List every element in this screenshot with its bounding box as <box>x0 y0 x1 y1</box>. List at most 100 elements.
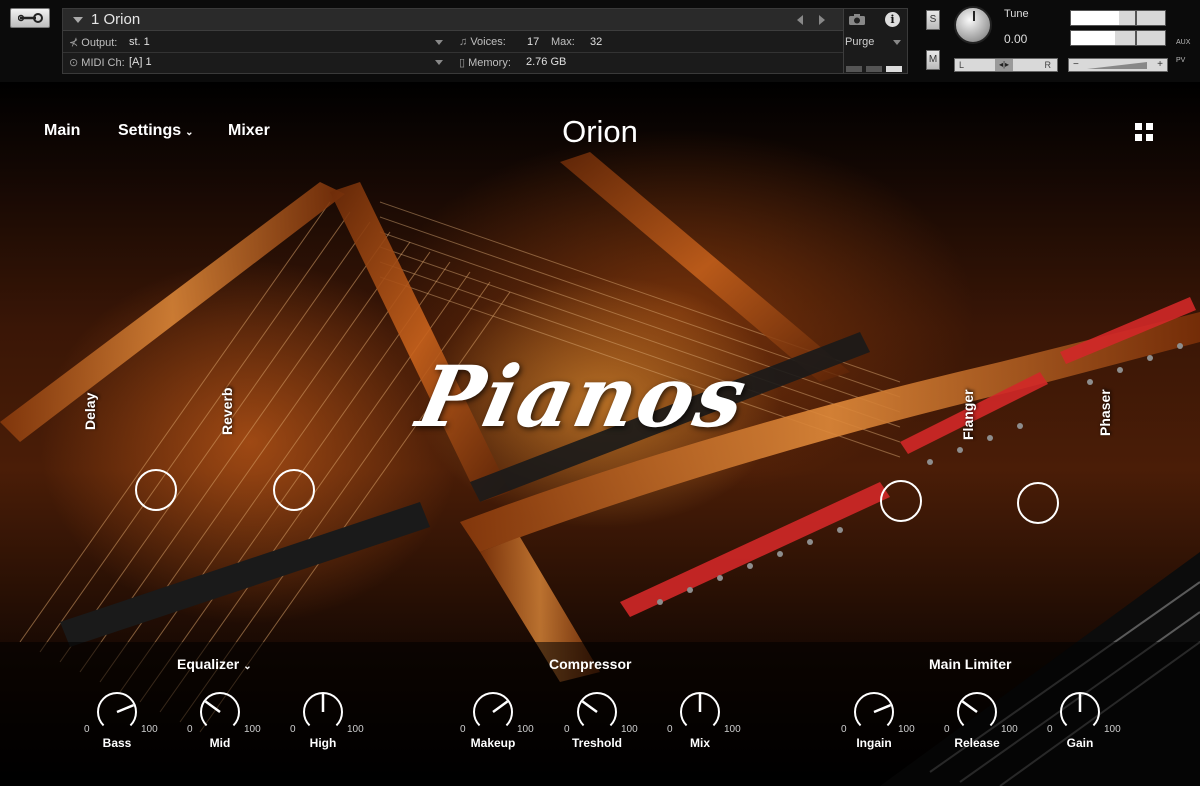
volume-minus[interactable]: − <box>1073 59 1079 70</box>
knob-release[interactable] <box>955 690 999 734</box>
knob-mid[interactable] <box>198 690 242 734</box>
knob-makeup[interactable] <box>471 690 515 734</box>
knob-bass[interactable] <box>95 690 139 734</box>
pianos-logo: Pianos <box>409 347 757 446</box>
divider <box>843 9 844 73</box>
tune-label: Tune <box>1004 8 1029 20</box>
flanger-toggle[interactable] <box>880 480 922 522</box>
knob-label-gain: Gain <box>1066 736 1094 750</box>
knob-max-label: 100 <box>898 724 915 735</box>
main-limiter-title: Main Limiter <box>929 656 1012 672</box>
knob-max-label: 100 <box>517 724 534 735</box>
midi-label: ⊙ MIDI Ch: <box>69 57 125 69</box>
grid-icon[interactable] <box>1135 123 1153 141</box>
pv-label[interactable]: PV <box>1176 57 1185 64</box>
instrument-name[interactable]: 1 Orion <box>91 11 140 28</box>
mute-button[interactable]: M <box>926 50 940 70</box>
delay-toggle[interactable] <box>135 469 177 511</box>
knob-pointer <box>204 700 221 714</box>
purge-button[interactable]: Purge <box>845 36 874 48</box>
knob-label-mid: Mid <box>209 736 231 750</box>
purge-indicator-bars <box>846 59 906 77</box>
max-voices-value[interactable]: 32 <box>590 36 602 48</box>
knob-min-label: 0 <box>841 724 847 735</box>
chevron-down-icon: ⌄ <box>243 661 252 672</box>
pan-slider[interactable]: L ◂|▸ R <box>954 58 1058 72</box>
knob-max-label: 100 <box>141 724 158 735</box>
kontakt-header: 1 Orion i ⊀ Output: st. 1 ⊙ MIDI Ch: [A]… <box>0 0 1200 82</box>
knob-min-label: 0 <box>667 724 673 735</box>
knob-label-release: Release <box>954 736 1000 750</box>
collapse-triangle-icon[interactable] <box>73 17 83 23</box>
knob-min-label: 0 <box>564 724 570 735</box>
knob-treshold[interactable] <box>575 690 619 734</box>
midi-channel-value[interactable]: [A] 1 <box>129 56 152 68</box>
output-value[interactable]: st. 1 <box>129 36 150 48</box>
knob-min-label: 0 <box>187 724 193 735</box>
pan-handle[interactable]: ◂|▸ <box>995 59 1013 71</box>
instrument-gui: Main Settings ⌄ Mixer Orion Pianos Delay … <box>0 82 1200 786</box>
knob-min-label: 0 <box>290 724 296 735</box>
knob-label-bass: Bass <box>102 736 132 750</box>
next-instrument-icon[interactable] <box>819 15 825 25</box>
midi-dropdown-icon[interactable] <box>435 60 443 65</box>
knob-min-label: 0 <box>84 724 90 735</box>
level-meter-right <box>1070 30 1166 46</box>
wrench-button[interactable] <box>10 8 50 28</box>
instrument-title: Orion <box>562 114 638 149</box>
volume-ramp <box>1087 62 1147 69</box>
knob-max-label: 100 <box>244 724 261 735</box>
knob-pointer <box>873 703 892 714</box>
equalizer-title[interactable]: Equalizer ⌄ <box>177 656 252 672</box>
knob-max-label: 100 <box>347 724 364 735</box>
prev-instrument-icon[interactable] <box>797 15 803 25</box>
knob-max-label: 100 <box>1001 724 1018 735</box>
volume-slider[interactable]: − + <box>1068 58 1168 72</box>
knob-label-makeup: Makeup <box>470 736 516 750</box>
knob-max-label: 100 <box>621 724 638 735</box>
knob-mix[interactable] <box>678 690 722 734</box>
volume-plus[interactable]: + <box>1157 59 1163 70</box>
knob-max-label: 100 <box>724 724 741 735</box>
knob-label-mix: Mix <box>689 736 710 750</box>
output-dropdown-icon[interactable] <box>435 40 443 45</box>
tune-knob[interactable] <box>954 6 992 44</box>
phaser-toggle[interactable] <box>1017 482 1059 524</box>
effect-label-flanger: Flanger <box>960 389 976 440</box>
camera-icon[interactable] <box>848 13 866 26</box>
reverb-toggle[interactable] <box>273 469 315 511</box>
knob-min-label: 0 <box>944 724 950 735</box>
wrench-icon <box>18 13 43 23</box>
effect-label-phaser: Phaser <box>1097 389 1113 436</box>
level-meter-left <box>1070 10 1166 26</box>
knob-pointer <box>581 700 598 714</box>
instrument-header-panel: 1 Orion i ⊀ Output: st. 1 ⊙ MIDI Ch: [A]… <box>62 8 908 74</box>
info-icon[interactable]: i <box>885 12 900 27</box>
memory-label: ▯ Memory: <box>459 57 511 69</box>
knob-pointer <box>961 700 978 714</box>
voices-value: 17 <box>527 36 540 48</box>
pan-right-label: R <box>1044 60 1052 70</box>
effect-label-delay: Delay <box>82 392 98 430</box>
effect-label-reverb: Reverb <box>219 387 235 435</box>
aux-label[interactable]: AUX <box>1176 39 1190 46</box>
knob-pointer <box>116 703 135 714</box>
max-label: Max: <box>551 36 575 48</box>
equalizer-label: Equalizer <box>177 656 240 672</box>
output-label: ⊀ Output: <box>69 37 118 49</box>
knob-pointer <box>492 700 509 714</box>
solo-button[interactable]: S <box>926 10 940 30</box>
purge-dropdown-icon[interactable] <box>893 40 901 45</box>
pan-left-label: L <box>959 60 965 70</box>
divider <box>63 52 843 53</box>
title-row: 1 Orion <box>63 9 843 31</box>
knob-gain[interactable] <box>1058 690 1102 734</box>
voices-label: ♫ Voices: <box>459 36 506 48</box>
tune-value: 0.00 <box>1004 32 1028 46</box>
compressor-title: Compressor <box>549 656 632 672</box>
knob-high[interactable] <box>301 690 345 734</box>
knob-label-treshold: Treshold <box>571 736 622 750</box>
knob-ingain[interactable] <box>852 690 896 734</box>
knob-min-label: 0 <box>460 724 466 735</box>
knob-min-label: 0 <box>1047 724 1053 735</box>
